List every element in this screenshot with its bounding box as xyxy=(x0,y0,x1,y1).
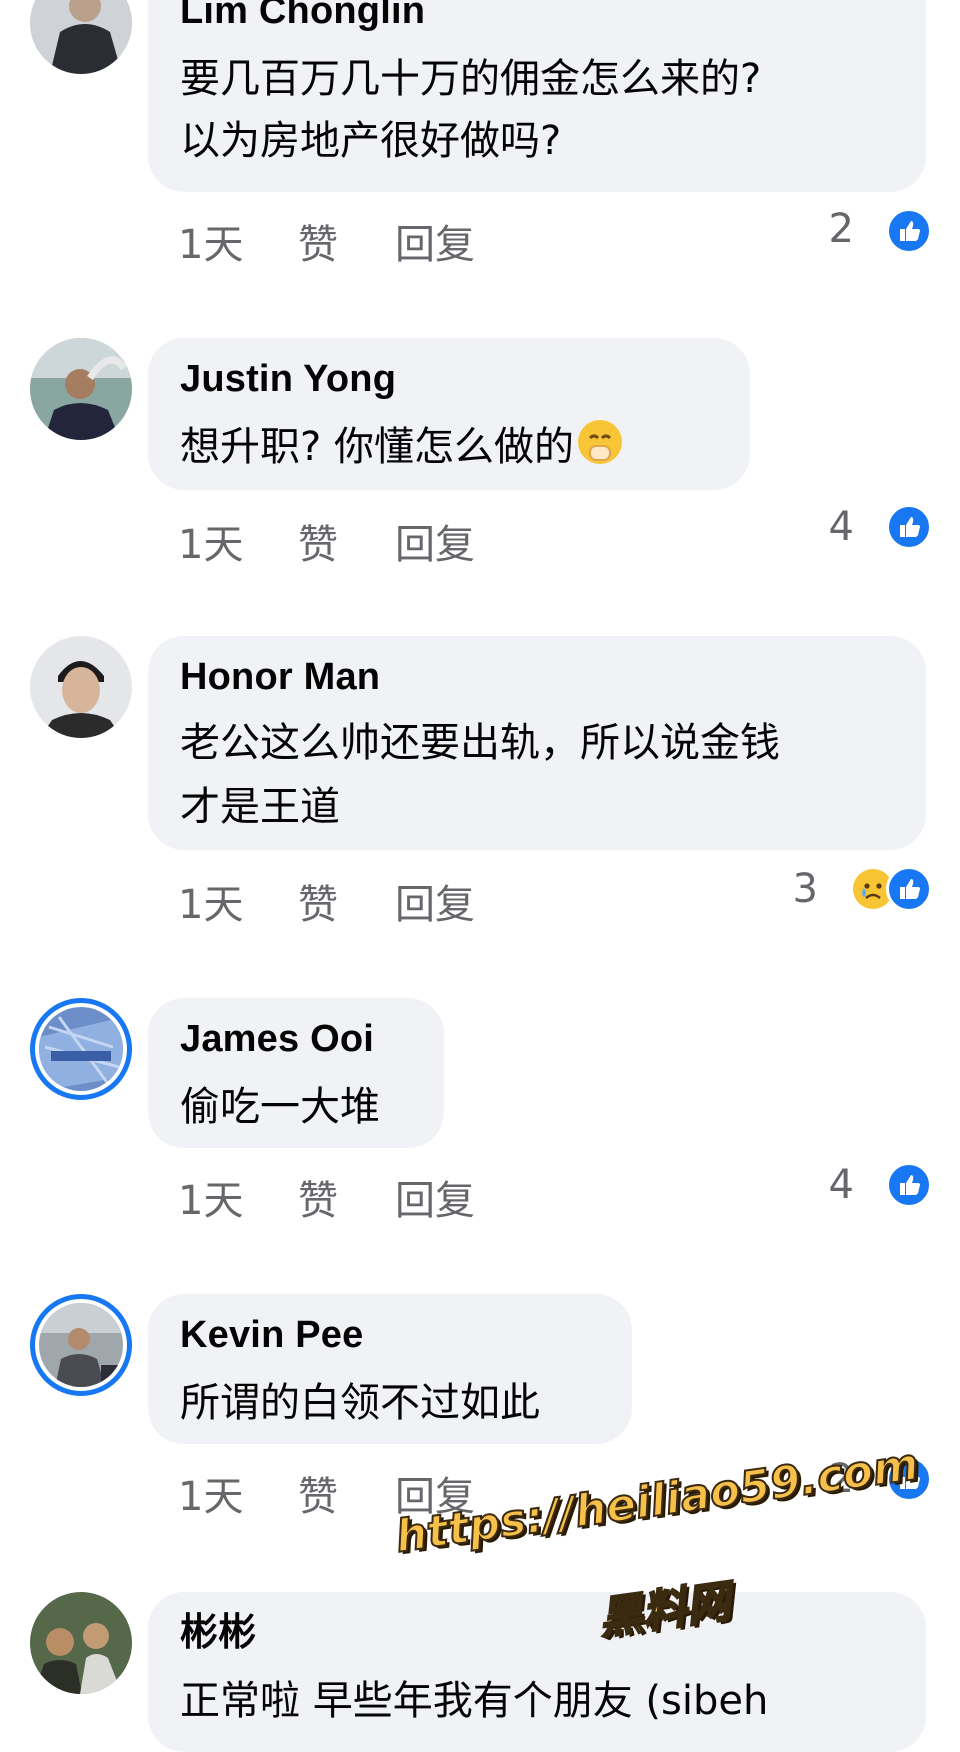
comment-author[interactable]: Honor Man xyxy=(180,654,894,700)
reply-button[interactable]: 回复 xyxy=(395,872,475,930)
comment-text-line: 老公这么帅还要出轨，所以说金钱 xyxy=(180,720,780,766)
comment-text-line: 偷吃一大堆 xyxy=(180,1084,380,1130)
like-button[interactable]: 赞 xyxy=(298,1464,338,1522)
comment-text-line: 才是王道 xyxy=(180,784,340,830)
reaction-count[interactable]: 2 xyxy=(829,206,854,252)
like-reaction-icon xyxy=(886,208,932,254)
comment-author[interactable]: Justin Yong xyxy=(180,356,718,402)
reply-button[interactable]: 回复 xyxy=(395,212,475,270)
avatar[interactable] xyxy=(30,1592,132,1694)
comment-author[interactable]: 彬彬 xyxy=(180,1610,894,1656)
comment-text-line: 要几百万几十万的佣金怎么来的? xyxy=(180,56,762,102)
reply-button[interactable]: 回复 xyxy=(395,512,475,570)
comment-text: 想升职? 你懂怎么做的 xyxy=(180,414,718,480)
comment-bubble: Lim Chonglin 要几百万几十万的佣金怎么来的? 以为房地产很好做吗? xyxy=(148,0,926,192)
comment-author[interactable]: Lim Chonglin xyxy=(180,0,894,34)
like-button[interactable]: 赞 xyxy=(298,872,338,930)
comment-bubble: Kevin Pee 所谓的白领不过如此 xyxy=(148,1294,632,1444)
avatar[interactable] xyxy=(30,338,132,440)
reply-button[interactable]: 回复 xyxy=(395,1168,475,1226)
comment-time[interactable]: 1天 xyxy=(178,212,243,270)
avatar-photo xyxy=(30,1592,132,1694)
avatar[interactable] xyxy=(30,998,132,1100)
reaction-count[interactable]: 4 xyxy=(829,1162,854,1208)
avatar[interactable] xyxy=(30,0,132,74)
comment-time[interactable]: 1天 xyxy=(178,1464,243,1522)
avatar-photo xyxy=(30,636,132,738)
avatar-photo xyxy=(30,338,132,440)
comment-text-line: 正常啦 早些年我有个朋友 (sibeh xyxy=(180,1678,769,1724)
avatar-photo xyxy=(39,1007,123,1091)
comment-time[interactable]: 1天 xyxy=(178,1168,243,1226)
comment-author[interactable]: James Ooi xyxy=(180,1016,412,1062)
comment-time[interactable]: 1天 xyxy=(178,872,243,930)
reaction-count[interactable]: 4 xyxy=(829,504,854,550)
avatar-photo xyxy=(30,0,132,74)
avatar-photo xyxy=(39,1303,123,1387)
comment-author[interactable]: Kevin Pee xyxy=(180,1312,600,1358)
avatar[interactable] xyxy=(30,1294,132,1396)
like-reaction-icon xyxy=(886,866,932,912)
emoji-icon xyxy=(576,418,624,466)
comment-bubble: James Ooi 偷吃一大堆 xyxy=(148,998,444,1148)
like-button[interactable]: 赞 xyxy=(298,512,338,570)
comment-text-line: 以为房地产很好做吗? xyxy=(180,118,562,164)
comment-bubble: Justin Yong 想升职? 你懂怎么做的 xyxy=(148,338,750,490)
like-reaction-icon xyxy=(886,504,932,550)
comment-time[interactable]: 1天 xyxy=(178,512,243,570)
like-button[interactable]: 赞 xyxy=(298,212,338,270)
like-reaction-icon xyxy=(886,1162,932,1208)
comment-text-line: 想升职? 你懂怎么做的 xyxy=(180,424,574,470)
comment-bubble: Honor Man 老公这么帅还要出轨，所以说金钱 才是王道 xyxy=(148,636,926,850)
comment-text-line: 所谓的白领不过如此 xyxy=(180,1380,540,1426)
avatar[interactable] xyxy=(30,636,132,738)
comment-bubble: 彬彬 正常啦 早些年我有个朋友 (sibeh xyxy=(148,1592,926,1752)
like-button[interactable]: 赞 xyxy=(298,1168,338,1226)
reaction-count[interactable]: 3 xyxy=(793,866,818,912)
